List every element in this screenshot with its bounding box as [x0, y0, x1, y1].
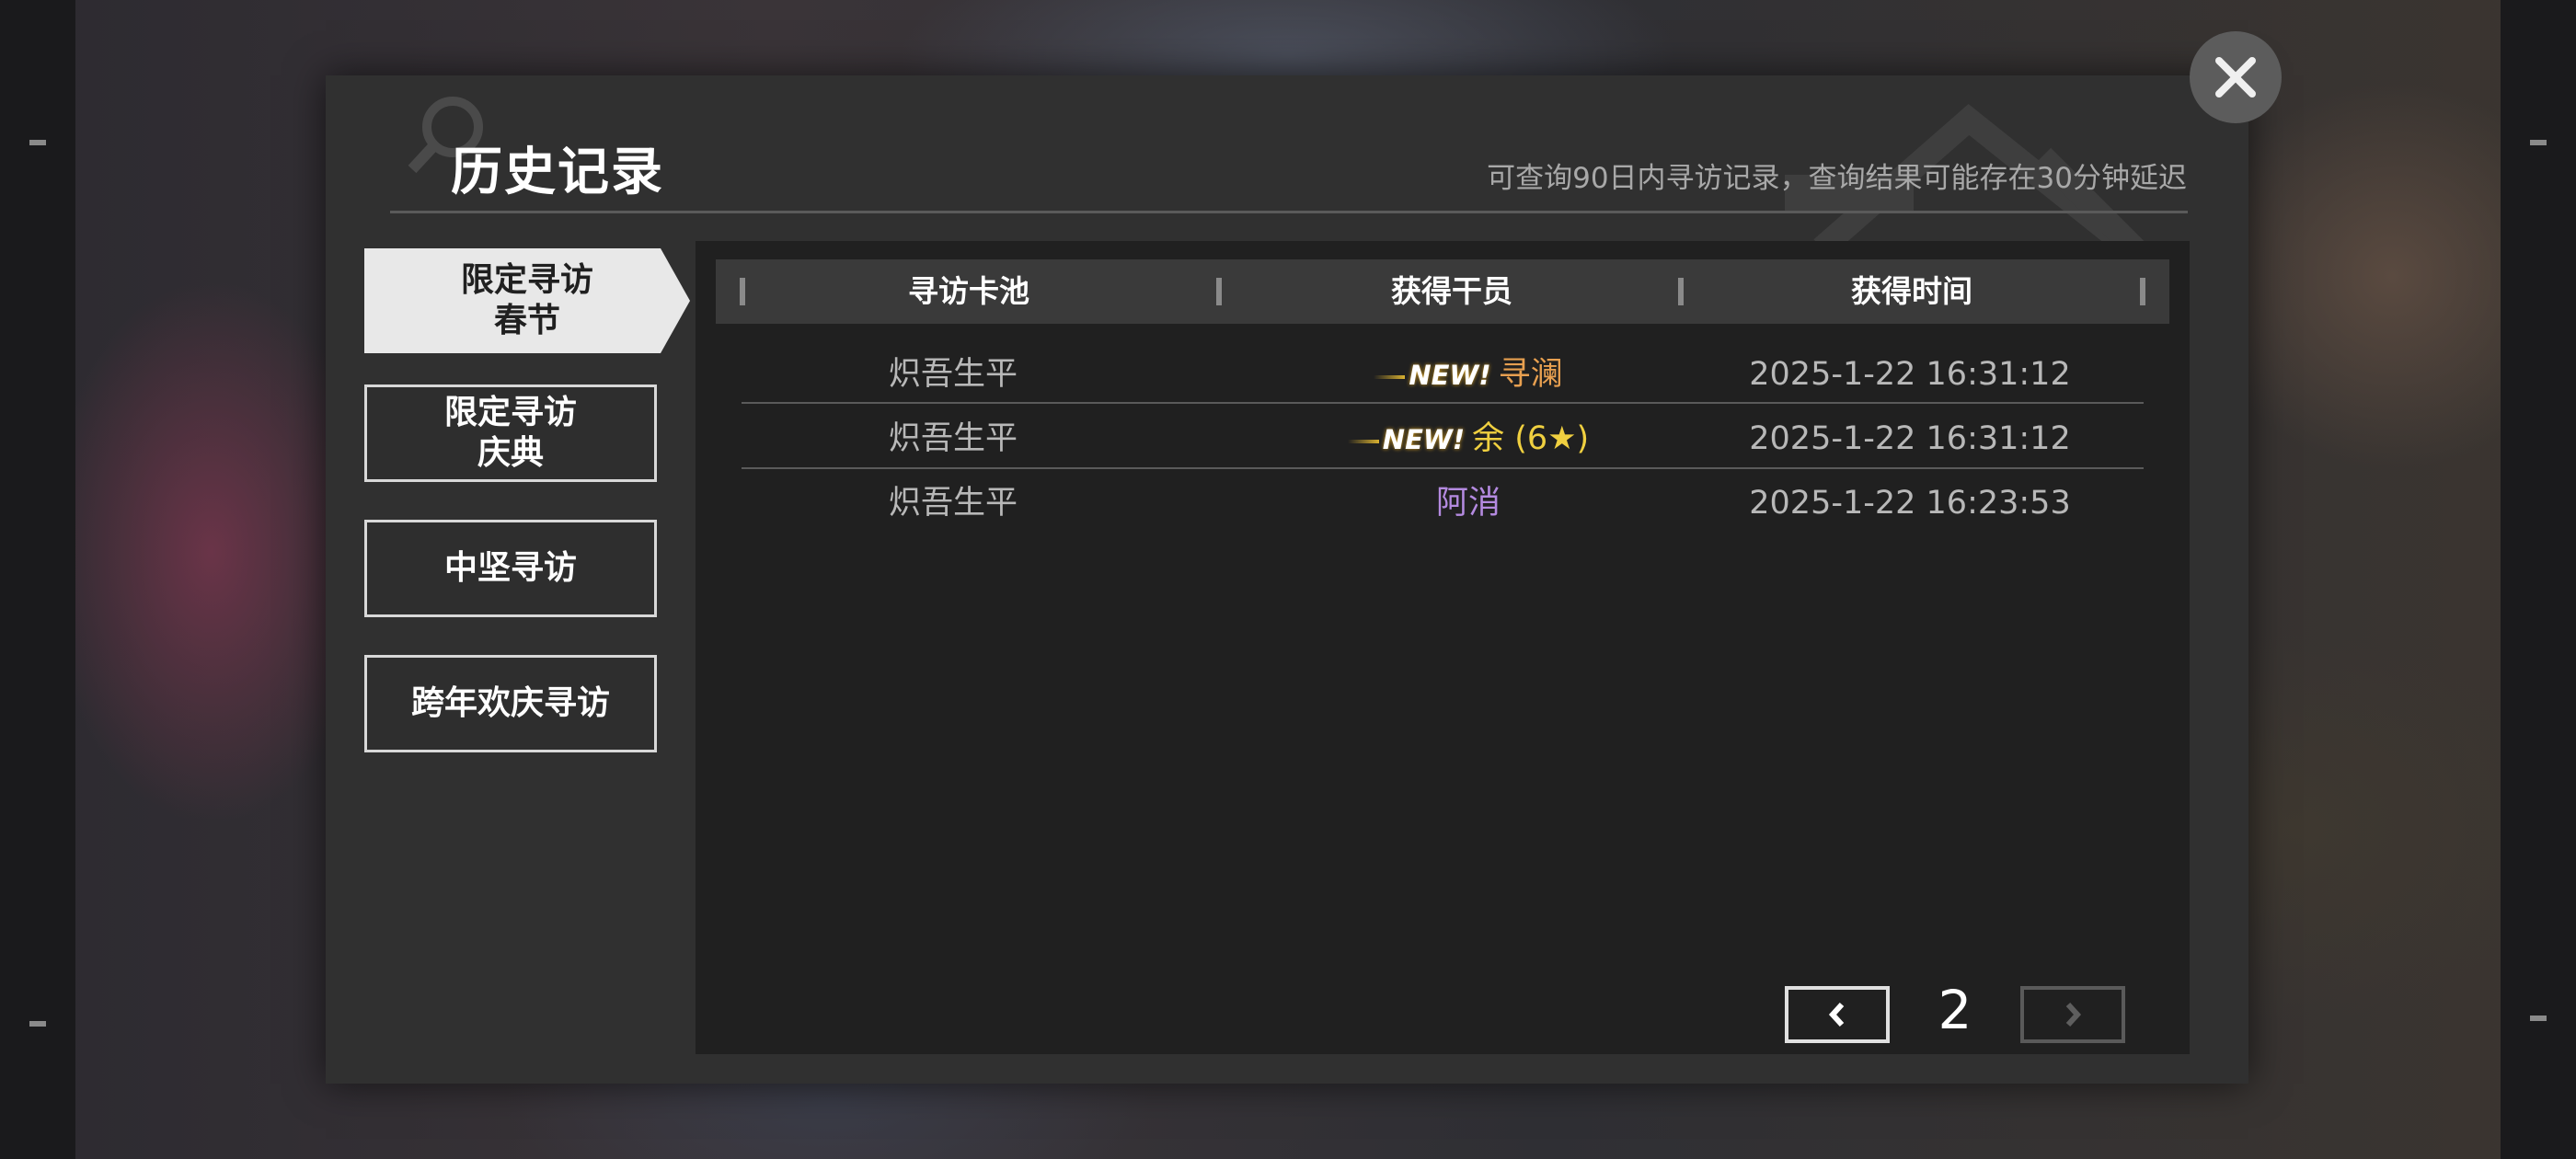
page-number: 2: [1938, 979, 1972, 1041]
operator-cell: NEW! 余 (6★): [1238, 407, 1698, 471]
prev-page-button[interactable]: [1785, 986, 1890, 1043]
page-title: 历史记录: [451, 143, 664, 202]
tab-new-year-headhunting[interactable]: 跨年欢庆寻访: [364, 655, 657, 752]
header-operator: 获得干员: [1391, 273, 1512, 309]
operator-name: 余 (6★): [1472, 420, 1590, 457]
close-icon: [2215, 57, 2256, 98]
table-row: 炽吾生平 阿消 2025-1-22 16:23:53: [742, 471, 2144, 535]
tab-label-line2: 庆典: [477, 434, 544, 472]
tab-limited-celebration[interactable]: 限定寻访 庆典: [364, 384, 657, 482]
header-time: 获得时间: [1851, 273, 1972, 309]
table-row: 炽吾生平 NEW! 余 (6★) 2025-1-22 16:31:12: [742, 407, 2144, 471]
pool-cell: 炽吾生平: [888, 420, 1018, 457]
operator-cell: NEW! 寻澜: [1238, 342, 1698, 407]
tab-label-line2: 春节: [493, 302, 560, 339]
tab-standard-headhunting[interactable]: 中坚寻访: [364, 520, 657, 617]
pool-cell: 炽吾生平: [888, 356, 1018, 393]
left-frame: [0, 0, 75, 1159]
time-cell: 2025-1-22 16:31:12: [1749, 356, 2071, 393]
operator-name: 寻澜: [1498, 356, 1563, 393]
table-header: 寻访卡池 获得干员 获得时间: [716, 259, 2169, 324]
tab-label: 跨年欢庆寻访: [410, 684, 610, 722]
new-badge: NEW!: [1374, 360, 1490, 391]
table-row: 炽吾生平 NEW! 寻澜 2025-1-22 16:31:12: [742, 342, 2144, 407]
operator-name: 阿消: [1435, 485, 1501, 522]
time-cell: 2025-1-22 16:23:53: [1749, 485, 2071, 522]
chevron-left-icon: [1828, 1002, 1845, 1027]
row-divider: [742, 402, 2144, 404]
pool-cell: 炽吾生平: [888, 485, 1018, 522]
header-pool: 寻访卡池: [908, 273, 1029, 309]
title-divider: [390, 211, 2188, 213]
close-button[interactable]: [2190, 31, 2282, 123]
tab-label: 中坚寻访: [443, 549, 577, 587]
tab-label-line1: 限定寻访: [443, 394, 577, 431]
header-separator: [2140, 278, 2145, 305]
next-page-button[interactable]: [2020, 986, 2125, 1043]
operator-cell: 阿消: [1238, 471, 1698, 535]
tab-limited-spring-festival[interactable]: 限定寻访 春节: [364, 248, 690, 353]
row-divider: [742, 467, 2144, 469]
tab-label-line1: 限定寻访: [460, 261, 593, 299]
chevron-right-icon: [2065, 1002, 2082, 1027]
new-badge: NEW!: [1348, 424, 1465, 455]
query-notice: 可查询90日内寻访记录，查询结果可能存在30分钟延迟: [1487, 162, 2187, 195]
time-cell: 2025-1-22 16:31:12: [1749, 420, 2071, 457]
right-frame: [2501, 0, 2576, 1159]
